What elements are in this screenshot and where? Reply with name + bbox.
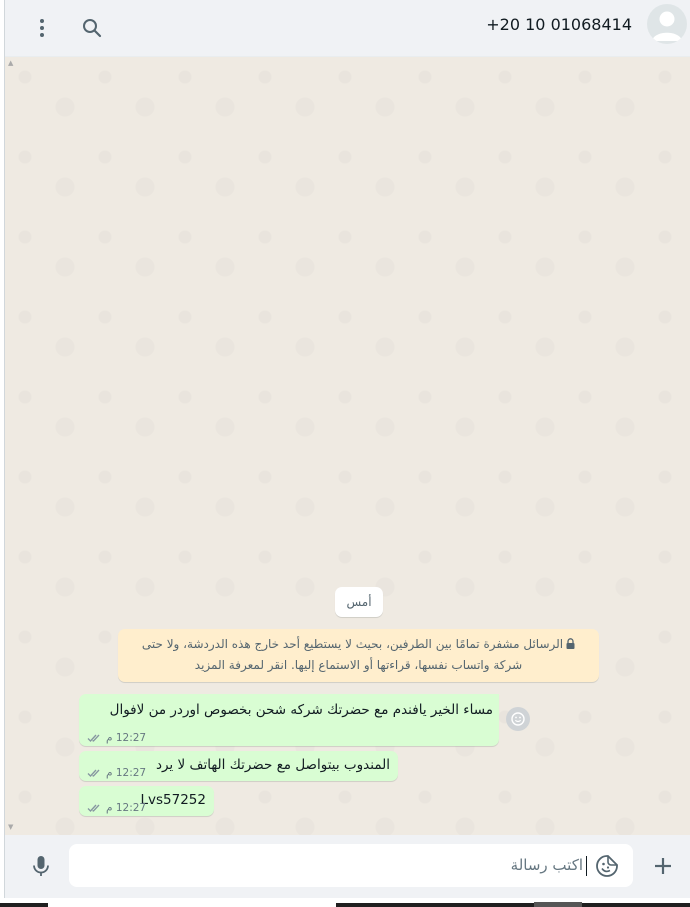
reaction-smiley-icon[interactable] xyxy=(506,707,530,731)
date-divider: أمس xyxy=(335,587,383,617)
double-tick-icon xyxy=(87,798,103,817)
default-avatar-icon[interactable] xyxy=(647,4,687,44)
message-text: المندوب بيتواصل مع حضرتك الهاتف لا يرد xyxy=(155,757,390,773)
chat-header: +20 10 01068414 xyxy=(5,0,690,57)
scroll-down-arrow-icon[interactable]: ▼ xyxy=(8,823,13,831)
message-meta: 12:27 م xyxy=(87,798,146,817)
message-time: 12:27 م xyxy=(106,801,147,814)
message-meta: 12:27 م xyxy=(87,763,146,782)
message-time: 12:27 م xyxy=(106,731,147,744)
message-bubble[interactable]: مساء الخير يافندم مع حضرتك شركه شحن بخصو… xyxy=(79,694,499,746)
encryption-notice-line2: شركة واتساب نفسها، قراءتها أو الاستماع إ… xyxy=(194,657,523,672)
composer-bar: اكتب رسالة xyxy=(5,835,690,898)
chat-window: +20 10 01068414 ▲ أمس الرسائل مشفرة تمام… xyxy=(4,0,690,898)
message-bubble[interactable]: Lvs57252 12:27 م xyxy=(79,786,214,816)
encryption-notice-line1: الرسائل مشفرة تمامًا بين الطرفين، بحيث ل… xyxy=(141,637,564,651)
message-time: 12:27 م xyxy=(106,766,147,779)
message-input-placeholder: اكتب رسالة xyxy=(510,856,583,874)
message-meta: 12:27 م xyxy=(87,728,146,747)
plus-icon[interactable] xyxy=(651,854,675,878)
double-tick-icon xyxy=(87,728,103,747)
microphone-icon[interactable] xyxy=(29,854,53,878)
message-list[interactable]: ▲ أمس الرسائل مشفرة تمامًا بين الطرفين، … xyxy=(5,57,690,835)
message-text: مساء الخير يافندم مع حضرتك شركه شحن بخصو… xyxy=(109,702,493,718)
taskbar-edge-segment xyxy=(0,903,48,907)
text-caret xyxy=(586,856,587,876)
message-bubble[interactable]: المندوب بيتواصل مع حضرتك الهاتف لا يرد 1… xyxy=(79,751,398,781)
contact-name[interactable]: +20 10 01068414 xyxy=(486,15,632,34)
lock-icon xyxy=(566,635,575,655)
message-text: Lvs57252 xyxy=(140,792,207,808)
search-icon[interactable] xyxy=(74,10,110,46)
taskbar-edge-segment xyxy=(534,902,582,907)
kebab-menu-icon[interactable] xyxy=(24,10,60,46)
message-input[interactable]: اكتب رسالة xyxy=(69,844,633,887)
double-tick-icon xyxy=(87,763,103,782)
sticker-icon[interactable] xyxy=(595,854,619,878)
taskbar-edge-segment xyxy=(336,903,690,907)
scroll-up-arrow-icon[interactable]: ▲ xyxy=(8,59,13,67)
encryption-notice[interactable]: الرسائل مشفرة تمامًا بين الطرفين، بحيث ل… xyxy=(118,629,599,682)
